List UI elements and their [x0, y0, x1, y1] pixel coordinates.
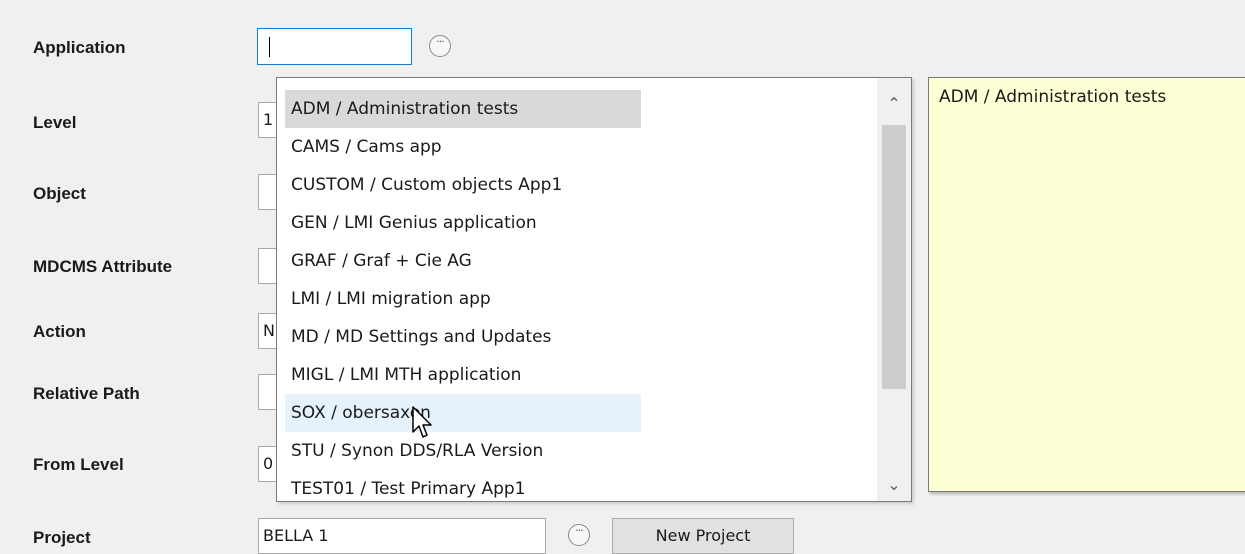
- label-from-level: From Level: [33, 455, 124, 474]
- dropdown-options: ADM / Administration tests CAMS / Cams ap…: [285, 90, 641, 508]
- mouse-pointer-icon: [412, 406, 432, 438]
- new-project-button[interactable]: New Project: [612, 518, 794, 554]
- application-dropdown-list[interactable]: ADM / Administration tests CAMS / Cams ap…: [276, 77, 912, 502]
- chevron-up-icon[interactable]: ⌃: [877, 88, 911, 120]
- dropdown-option[interactable]: MIGL / LMI MTH application: [285, 356, 641, 394]
- text-caret: [269, 37, 270, 57]
- label-project: Project: [33, 528, 91, 547]
- label-action: Action: [33, 322, 86, 341]
- dropdown-option[interactable]: STU / Synon DDS/RLA Version: [285, 432, 641, 470]
- ellipsis-icon[interactable]: ···: [429, 35, 451, 57]
- ellipsis-icon[interactable]: ···: [568, 524, 590, 546]
- label-mdcms-attribute: MDCMS Attribute: [33, 257, 173, 276]
- project-field[interactable]: BELLA 1: [258, 518, 546, 554]
- dropdown-option[interactable]: GRAF / Graf + Cie AG: [285, 242, 641, 280]
- dropdown-option[interactable]: MD / MD Settings and Updates: [285, 318, 641, 356]
- label-object: Object: [33, 184, 86, 203]
- dropdown-option[interactable]: GEN / LMI Genius application: [285, 204, 641, 242]
- dropdown-option[interactable]: CAMS / Cams app: [285, 128, 641, 166]
- dropdown-option[interactable]: TEST01 / Test Primary App1: [285, 470, 641, 508]
- dropdown-option[interactable]: ADM / Administration tests: [285, 90, 641, 128]
- description-panel: ADM / Administration tests: [928, 77, 1245, 492]
- dropdown-option[interactable]: SOX / obersaxen: [285, 394, 641, 432]
- dropdown-option[interactable]: LMI / LMI migration app: [285, 280, 641, 318]
- label-level: Level: [33, 113, 77, 132]
- description-text: ADM / Administration tests: [939, 87, 1167, 107]
- dropdown-option[interactable]: CUSTOM / Custom objects App1: [285, 166, 641, 204]
- chevron-down-icon[interactable]: ⌄: [877, 469, 911, 501]
- application-input[interactable]: [257, 28, 412, 65]
- dropdown-scrollbar[interactable]: ⌃ ⌄: [877, 78, 911, 501]
- label-application: Application: [33, 38, 126, 57]
- scrollbar-thumb[interactable]: [882, 125, 906, 389]
- label-relative-path: Relative Path: [33, 384, 140, 403]
